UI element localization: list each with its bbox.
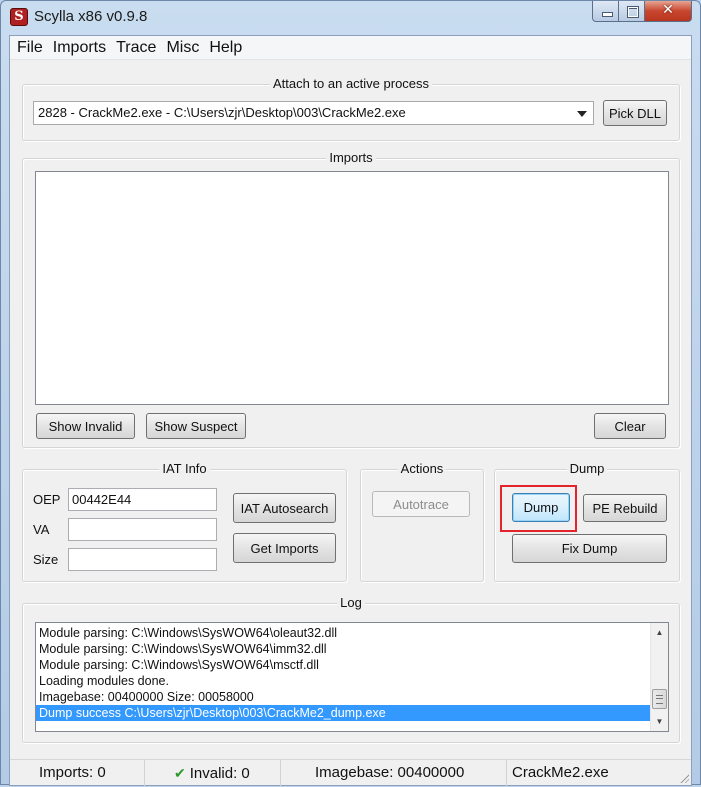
log-group: Log Module parsing: C:\Windows\SysWOW64\…	[22, 595, 680, 743]
attach-group: Attach to an active process 2828 - Crack…	[22, 76, 680, 141]
get-imports-button[interactable]: Get Imports	[233, 533, 336, 563]
process-combobox[interactable]: 2828 - CrackMe2.exe - C:\Users\zjr\Deskt…	[33, 101, 594, 125]
menu-trace[interactable]: Trace	[112, 39, 160, 57]
menu-bar: File Imports Trace Misc Help	[10, 36, 691, 60]
attach-group-title: Attach to an active process	[269, 76, 433, 91]
pe-rebuild-button[interactable]: PE Rebuild	[583, 494, 667, 522]
scroll-down-arrow-icon[interactable]: ▼	[651, 713, 668, 730]
log-scrollbar[interactable]: ▲ ▼	[650, 623, 668, 731]
log-line[interactable]: Loading modules done.	[36, 673, 668, 689]
fix-dump-button[interactable]: Fix Dump	[512, 534, 667, 563]
status-invalid-text: Invalid: 0	[189, 765, 250, 782]
log-line[interactable]: Imagebase: 00400000 Size: 00058000	[36, 689, 668, 705]
show-suspect-button[interactable]: Show Suspect	[146, 413, 246, 439]
dropdown-arrow-icon[interactable]	[577, 111, 587, 117]
iat-autosearch-button[interactable]: IAT Autosearch	[233, 493, 336, 523]
log-line[interactable]: Module parsing: C:\Windows\SysWOW64\msct…	[36, 657, 668, 673]
client-area: File Imports Trace Misc Help Attach to a…	[9, 35, 692, 786]
log-line[interactable]: Module parsing: C:\Windows\SysWOW64\imm3…	[36, 641, 668, 657]
scylla-window: S Scylla x86 v0.9.8 ✕ File Imports Trace…	[0, 0, 701, 786]
status-bar: Imports: 0 ✔ Invalid: 0 Imagebase: 004000…	[10, 759, 691, 786]
imports-tree[interactable]	[35, 171, 669, 405]
status-invalid: ✔ Invalid: 0	[145, 760, 281, 786]
scroll-up-arrow-icon[interactable]: ▲	[651, 624, 668, 641]
checkmark-icon: ✔	[174, 765, 186, 781]
size-field[interactable]	[68, 548, 217, 571]
clear-button[interactable]: Clear	[594, 413, 666, 439]
imports-group: Imports Show Invalid Show Suspect Clear	[22, 150, 680, 448]
dump-group-title: Dump	[566, 461, 608, 476]
log-lines: Module parsing: C:\Windows\SysWOW64\olea…	[36, 623, 668, 721]
menu-imports[interactable]: Imports	[49, 39, 110, 57]
va-label: VA	[33, 522, 50, 537]
window-title: Scylla x86 v0.9.8	[34, 8, 148, 25]
actions-group-title: Actions	[397, 461, 447, 476]
size-label: Size	[33, 552, 59, 567]
scroll-thumb[interactable]	[652, 689, 667, 709]
caption-buttons: ✕	[592, 1, 692, 22]
log-line[interactable]: Module parsing: C:\Windows\SysWOW64\olea…	[36, 625, 668, 641]
title-bar[interactable]: S Scylla x86 v0.9.8 ✕	[1, 1, 700, 35]
close-button[interactable]: ✕	[645, 1, 692, 22]
log-list[interactable]: Module parsing: C:\Windows\SysWOW64\olea…	[35, 622, 669, 732]
menu-help[interactable]: Help	[205, 39, 246, 57]
minimize-button[interactable]	[592, 1, 619, 22]
scylla-app-icon[interactable]: S	[10, 8, 28, 26]
close-icon: ✕	[662, 2, 674, 18]
status-imports: Imports: 0	[10, 760, 145, 786]
iat-info-group: IAT Info OEP 00442E44 VA Size IAT Autose…	[22, 461, 347, 582]
pick-dll-button[interactable]: Pick DLL	[603, 100, 667, 126]
dump-group: Dump Dump PE Rebuild Fix Dump	[494, 461, 680, 582]
dump-button[interactable]: Dump	[512, 493, 570, 522]
imports-group-title: Imports	[326, 150, 376, 165]
log-line-selected[interactable]: Dump success C:\Users\zjr\Desktop\003\Cr…	[36, 705, 650, 721]
show-invalid-button[interactable]: Show Invalid	[36, 413, 135, 439]
oep-field[interactable]: 00442E44	[68, 488, 217, 511]
process-combobox-value: 2828 - CrackMe2.exe - C:\Users\zjr\Deskt…	[38, 105, 406, 120]
va-field[interactable]	[68, 518, 217, 541]
menu-misc[interactable]: Misc	[162, 39, 203, 57]
status-imagebase: Imagebase: 00400000	[281, 760, 507, 786]
autotrace-button[interactable]: Autotrace	[372, 491, 470, 517]
oep-label: OEP	[33, 492, 61, 507]
maximize-button[interactable]	[619, 1, 645, 22]
actions-group: Actions Autotrace	[360, 461, 484, 582]
menu-file[interactable]: File	[13, 39, 47, 57]
log-group-title: Log	[337, 595, 365, 610]
iat-info-group-title: IAT Info	[159, 461, 210, 476]
status-module: CrackMe2.exe	[512, 764, 609, 781]
